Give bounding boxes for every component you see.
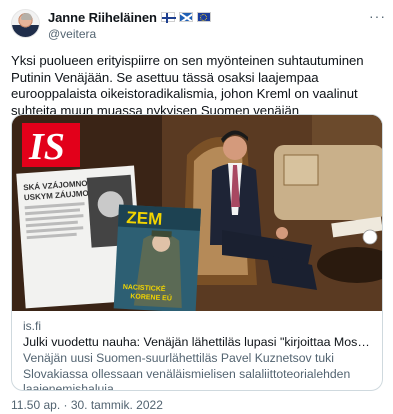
more-options-icon[interactable]: ···: [369, 9, 386, 23]
author-display-name[interactable]: Janne Riiheläinen: [48, 10, 157, 25]
link-card-title[interactable]: Julki vuodettu nauha: Venäjän lähettiläs…: [23, 335, 375, 349]
author-name-row: Janne Riiheläinen: [48, 9, 211, 25]
link-preview-image[interactable]: SKÁ VZÁJOMNOSŤ USKYM ZÁUJMOM ZEM NACISTI…: [12, 115, 382, 311]
link-preview-card[interactable]: SKÁ VZÁJOMNOSŤ USKYM ZÁUJMOM ZEM NACISTI…: [11, 114, 383, 391]
tweet-timestamp[interactable]: 11.50 ap. · 30. tammik. 2022: [11, 398, 163, 412]
svg-text:IS: IS: [28, 126, 65, 168]
eu-flag-icon: [196, 12, 211, 22]
scotland-flag-icon: [178, 12, 193, 22]
link-card-description: Venäjän uusi Suomen-suurlähettiläs Pavel…: [23, 351, 351, 391]
author-handle[interactable]: @veitera: [48, 27, 96, 41]
svg-text:ZEM: ZEM: [126, 208, 163, 229]
link-card-domain: is.fi: [23, 319, 41, 333]
author-avatar[interactable]: [11, 9, 40, 38]
tweet-header: Janne Riiheläinen @veitera ···: [0, 0, 393, 48]
finland-flag-icon: [160, 12, 176, 23]
